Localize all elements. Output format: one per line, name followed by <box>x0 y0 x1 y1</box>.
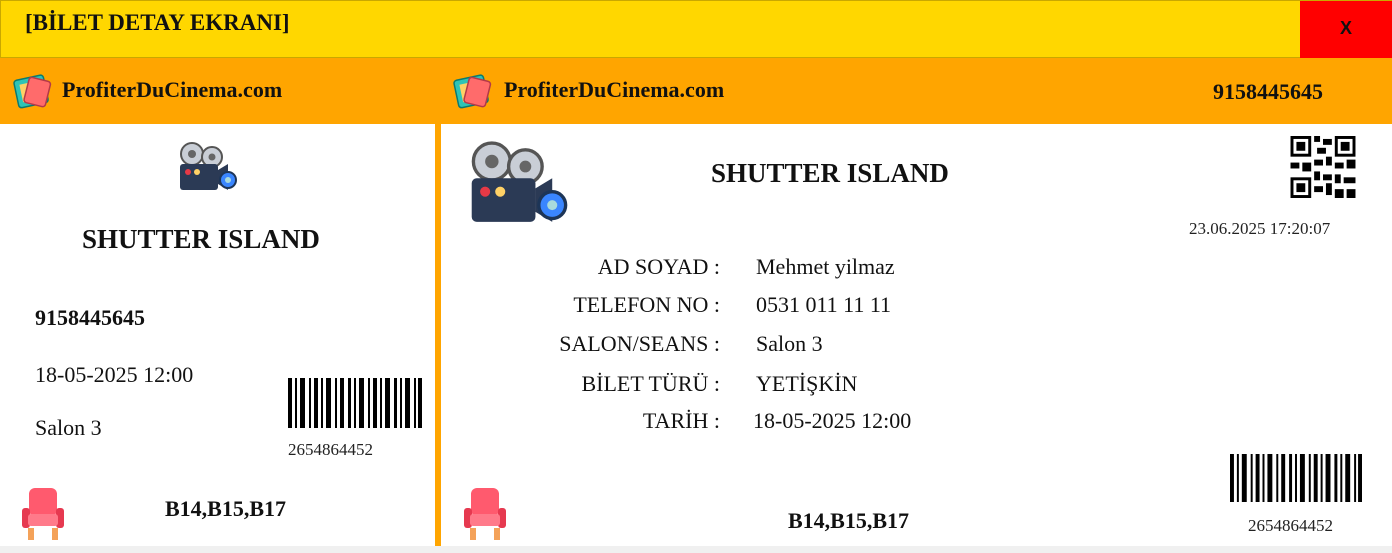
value-salon-seans: Salon 3 <box>756 331 823 356</box>
close-button[interactable]: X <box>1300 1 1392 58</box>
label-salon-seans: SALON/SEANS : <box>559 331 720 356</box>
qr-code-icon <box>1290 136 1356 198</box>
close-button-label: X <box>1339 18 1352 38</box>
movie-camera-icon <box>471 141 568 222</box>
stub-seats: B14,B15,B17 <box>165 496 287 521</box>
main-seats: B14,B15,B17 <box>788 508 910 533</box>
stub-ticket-number: 9158445645 <box>35 305 145 330</box>
movie-camera-icon <box>180 142 237 190</box>
title-bar: [BİLET DETAY EKRANI] <box>0 0 1392 58</box>
cinema-seat-icon <box>22 488 64 540</box>
value-ad-soyad: Mehmet yilmaz <box>756 254 895 279</box>
ticket-stub <box>0 58 435 546</box>
stub-datetime: 18-05-2025 12:00 <box>35 362 194 387</box>
main-movie-title: SHUTTER ISLAND <box>711 158 949 188</box>
barcode-icon <box>288 378 422 428</box>
barcode-icon <box>1230 454 1362 502</box>
value-bilet-turu: YETİŞKİN <box>756 371 858 396</box>
printed-at-timestamp: 23.06.2025 17:20:07 <box>1189 219 1331 238</box>
brand-name: ProfiterDuCinema.com <box>504 77 725 102</box>
label-bilet-turu: BİLET TÜRÜ : <box>581 371 720 396</box>
ticket-icon <box>13 74 52 109</box>
value-telefon: 0531 011 11 11 <box>756 292 892 317</box>
stub-salon: Salon 3 <box>35 415 102 440</box>
label-telefon: TELEFON NO : <box>573 292 720 317</box>
stub-barcode-number: 2654864452 <box>288 440 373 459</box>
label-tarih: TARİH : <box>642 408 720 433</box>
label-ad-soyad: AD SOYAD : <box>597 254 720 279</box>
cinema-seat-icon <box>464 488 506 540</box>
window-title: [BİLET DETAY EKRANI] <box>25 10 290 35</box>
ticket-icon <box>453 74 492 109</box>
brand-name: ProfiterDuCinema.com <box>62 77 283 102</box>
value-tarih: 18-05-2025 12:00 <box>753 408 912 433</box>
stub-separator <box>435 58 441 546</box>
stub-movie-title: SHUTTER ISLAND <box>82 224 320 254</box>
main-barcode-number: 2654864452 <box>1248 516 1333 535</box>
header-ticket-number: 9158445645 <box>1213 79 1323 104</box>
